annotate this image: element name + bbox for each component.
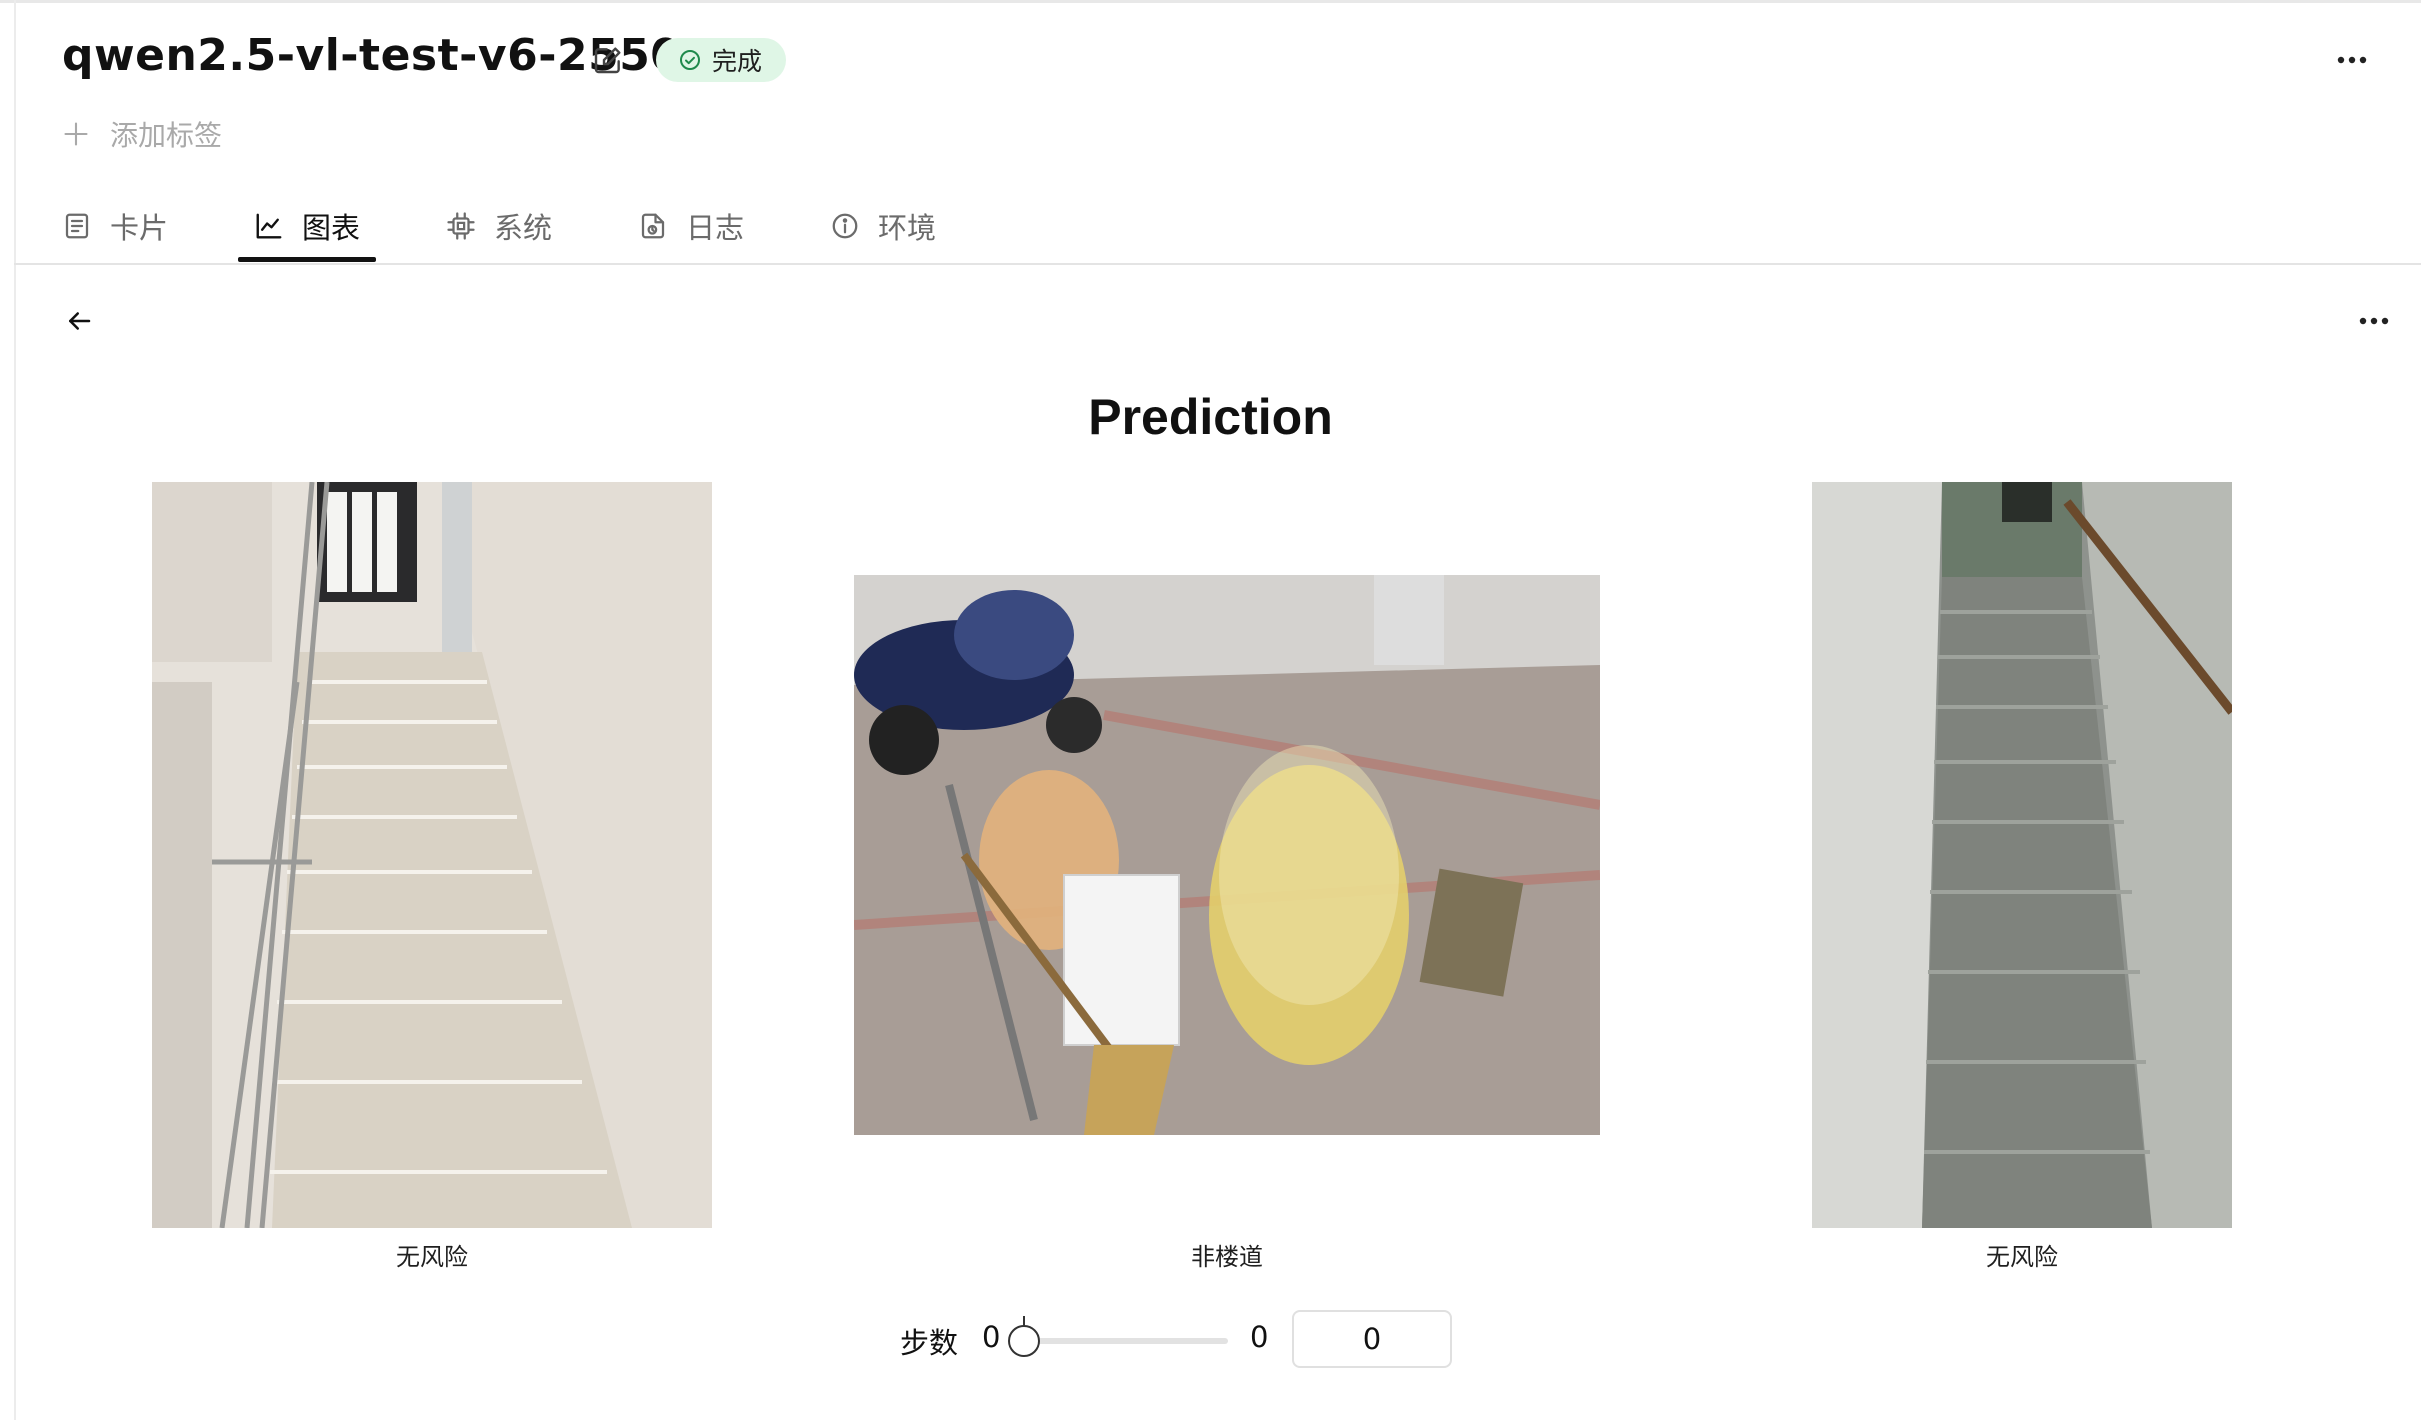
tab-card[interactable]: 卡片 xyxy=(62,200,168,252)
active-tab-indicator xyxy=(238,257,376,262)
tab-system[interactable]: 系统 xyxy=(446,200,552,252)
dim-stairwell-photo xyxy=(1812,482,2232,1228)
step-max: 0 xyxy=(1250,1320,1269,1354)
tab-bar-divider xyxy=(14,263,2421,265)
more-horizontal-icon xyxy=(2337,56,2367,64)
tab-logs-label: 日志 xyxy=(686,211,745,245)
tab-charts-label: 图表 xyxy=(302,211,361,245)
tab-environment[interactable]: 环境 xyxy=(830,200,936,252)
run-more-button[interactable] xyxy=(2330,40,2374,80)
arrow-left-icon xyxy=(69,312,91,330)
tab-system-label: 系统 xyxy=(494,211,553,245)
check-circle-icon xyxy=(680,50,700,70)
stairwell-photo xyxy=(152,482,712,1228)
step-label: 步数 xyxy=(900,1326,959,1360)
plus-icon xyxy=(64,122,88,146)
log-file-icon xyxy=(641,213,665,239)
edit-icon xyxy=(594,47,621,74)
edit-title-button[interactable] xyxy=(588,40,628,80)
step-slider-track[interactable] xyxy=(1022,1338,1228,1344)
prediction-caption-3: 无风险 xyxy=(1986,1243,2058,1271)
tab-environment-label: 环境 xyxy=(878,211,937,245)
status-badge: 完成 xyxy=(656,38,787,82)
app-root: qwen2.5-vl-test-v6-2550 完成 添加标签 卡片 图表 系统… xyxy=(0,0,2421,1420)
tab-card-label: 卡片 xyxy=(110,211,169,245)
top-divider xyxy=(0,0,2421,3)
prediction-image-3[interactable] xyxy=(1812,482,2232,1228)
chip-icon xyxy=(447,212,475,240)
tab-charts[interactable]: 图表 xyxy=(254,200,360,252)
status-label: 完成 xyxy=(712,47,763,76)
tab-bar: 卡片 图表 系统 日志 环境 xyxy=(0,190,2421,264)
step-min: 0 xyxy=(982,1320,1001,1354)
chart-more-button[interactable] xyxy=(2352,300,2396,342)
prediction-image-1[interactable] xyxy=(152,482,712,1228)
tab-logs[interactable]: 日志 xyxy=(638,200,744,252)
chart-line-icon xyxy=(256,213,282,239)
add-tag-button[interactable]: 添加标签 xyxy=(62,114,222,154)
more-horizontal-icon xyxy=(2359,317,2389,325)
card-icon xyxy=(65,213,89,239)
back-button[interactable] xyxy=(58,300,100,342)
step-slider-handle[interactable] xyxy=(1008,1325,1040,1357)
add-tag-label: 添加标签 xyxy=(110,119,223,152)
chart-title: Prediction xyxy=(1088,389,1333,445)
prediction-image-2[interactable] xyxy=(854,575,1600,1135)
street-garbage-photo xyxy=(854,575,1600,1135)
prediction-caption-1: 无风险 xyxy=(396,1243,468,1271)
step-input[interactable] xyxy=(1292,1310,1452,1368)
info-icon xyxy=(832,213,858,239)
prediction-caption-2: 非楼道 xyxy=(1191,1243,1263,1271)
